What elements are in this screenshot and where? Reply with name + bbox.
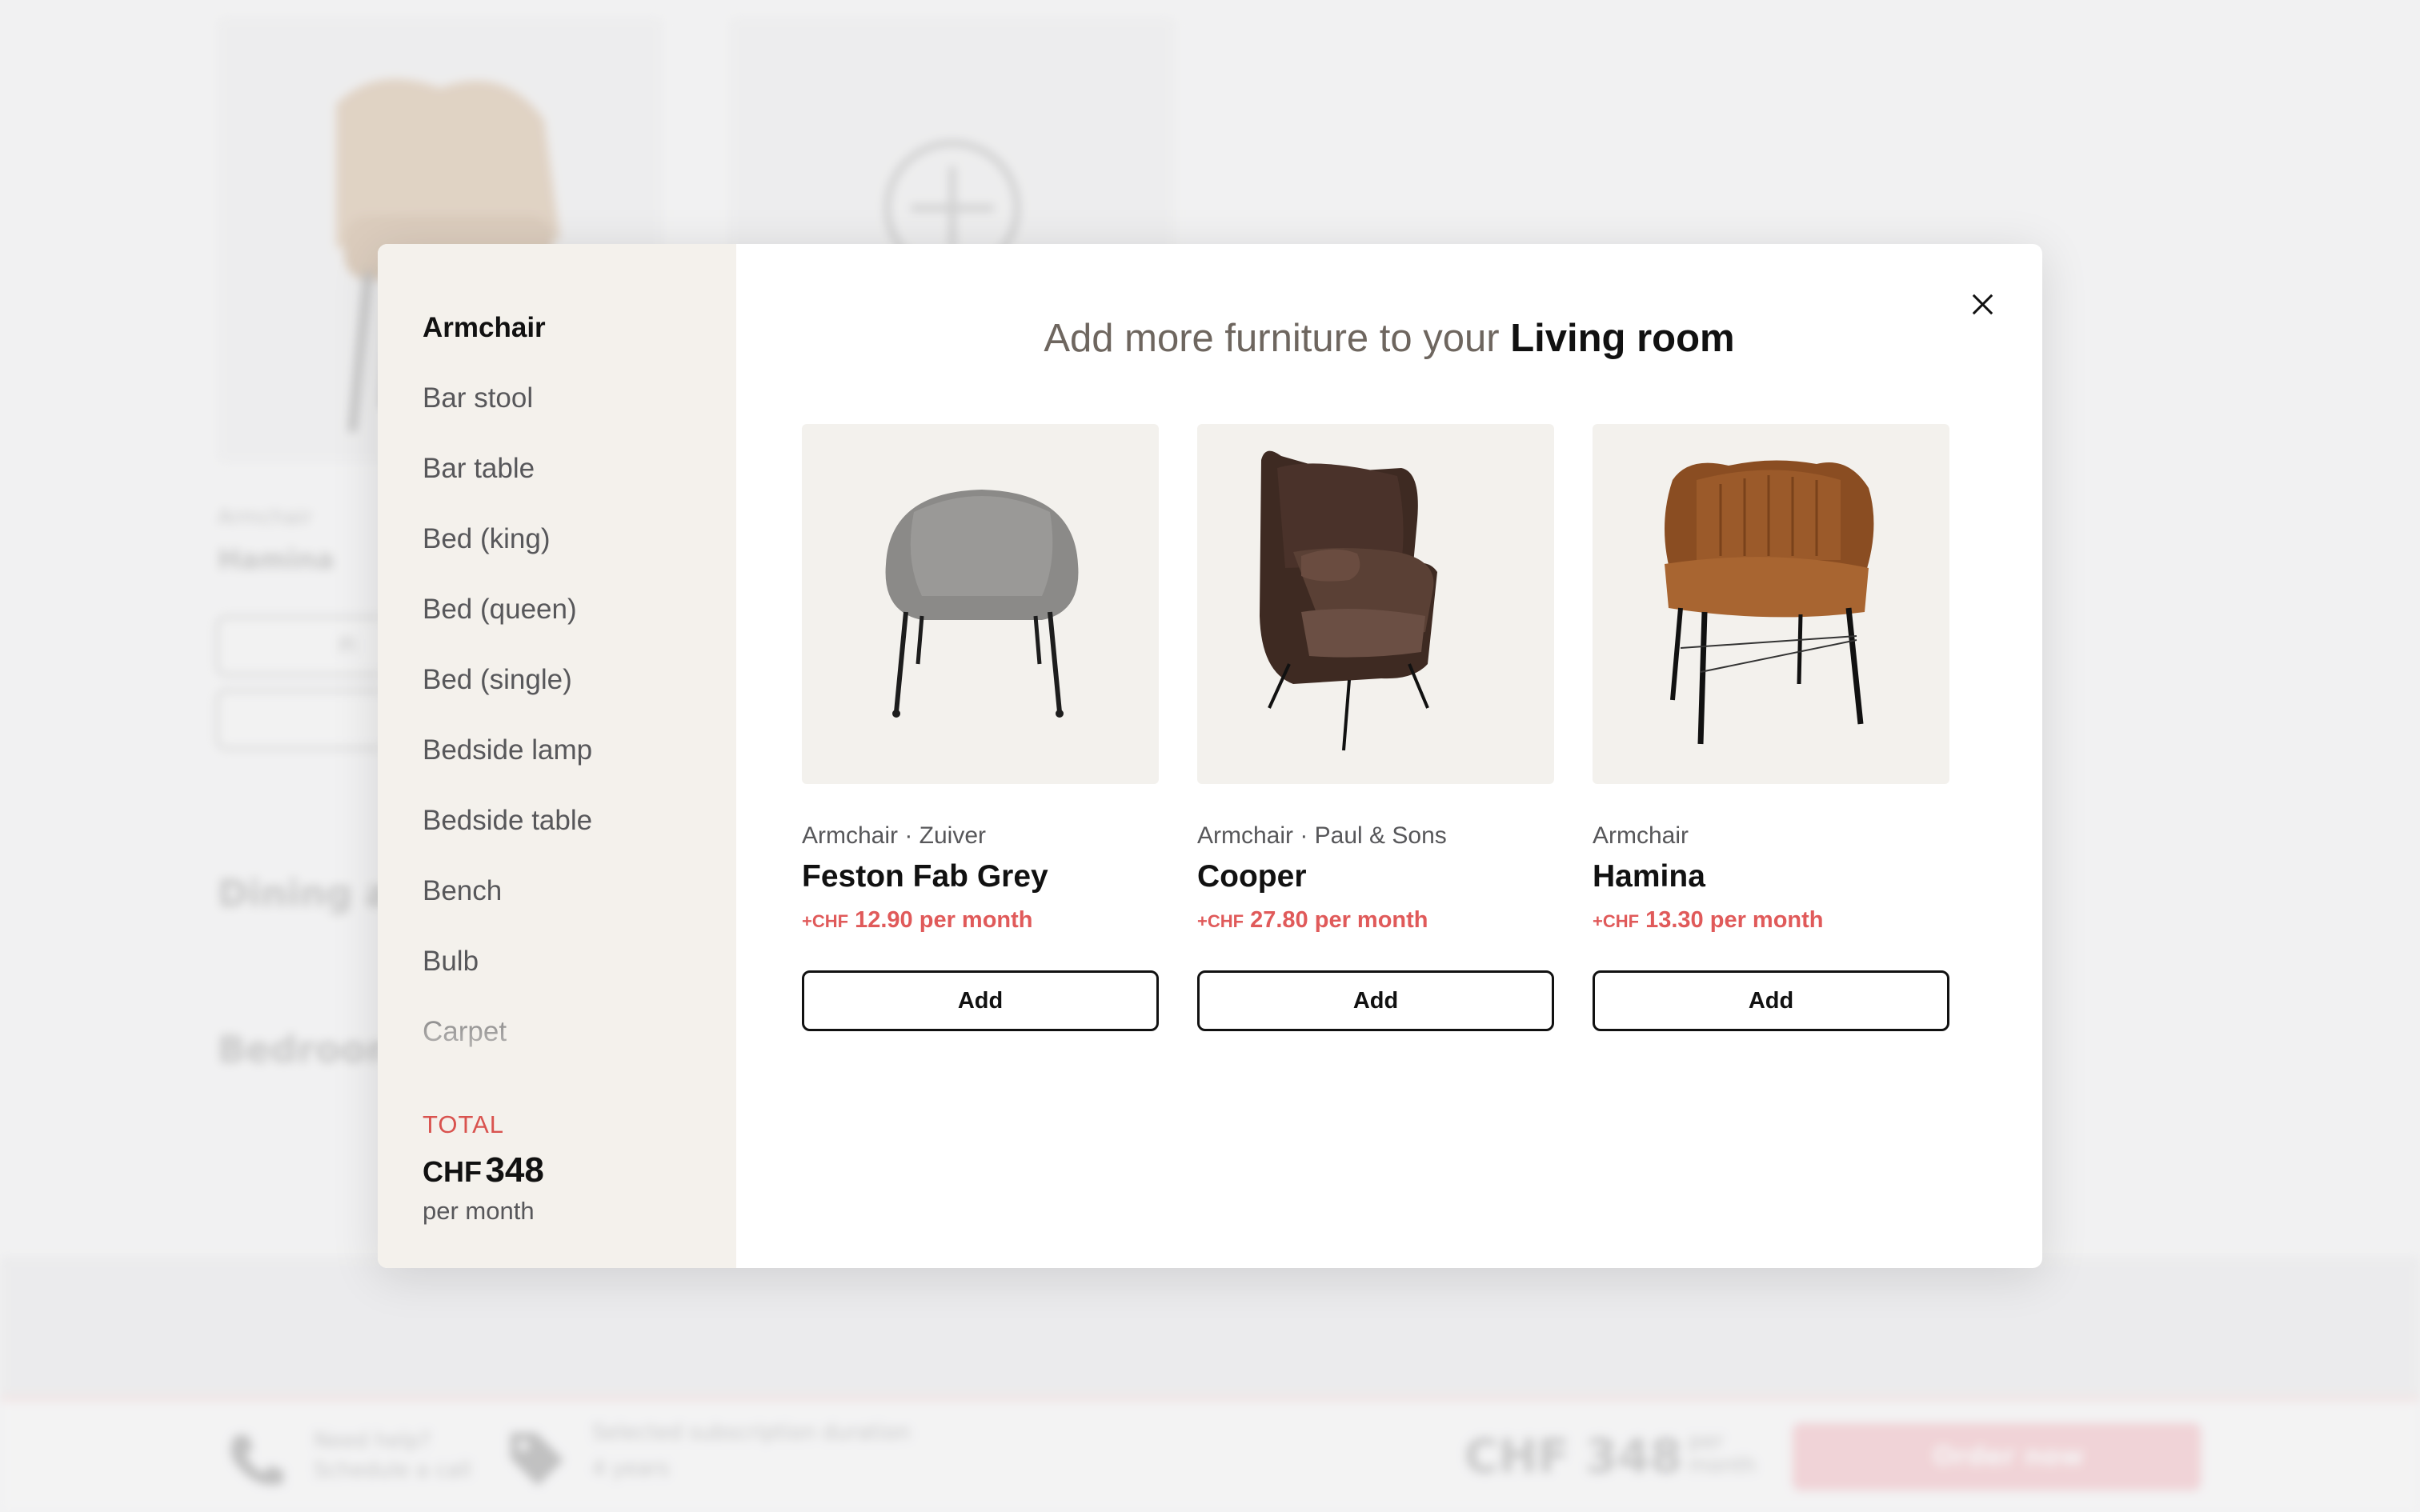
product-price: +CHF 13.30 per month	[1593, 907, 1949, 934]
category-item[interactable]: Bed (single)	[423, 652, 711, 722]
category-item[interactable]: Armchair	[423, 300, 711, 370]
product-card: Armchair · Paul & Sons Cooper +CHF 27.80…	[1197, 424, 1554, 1031]
category-item[interactable]: Bed (queen)	[423, 582, 711, 652]
product-name: Cooper	[1197, 859, 1307, 894]
product-name: Hamina	[1593, 859, 1705, 894]
total-summary: TOTAL CHF 348 per month	[423, 1110, 544, 1226]
add-button[interactable]: Add	[1593, 970, 1949, 1031]
category-sidebar: Armchair Bar stool Bar table Bed (king) Bed …	[378, 244, 736, 1268]
category-item[interactable]: Bench	[423, 863, 711, 934]
add-button[interactable]: Add	[802, 970, 1159, 1031]
product-price: +CHF 12.90 per month	[802, 907, 1159, 934]
total-label: TOTAL	[423, 1110, 505, 1138]
price-value: 27.80 per month	[1244, 907, 1428, 933]
product-name: Feston Fab Grey	[802, 859, 1048, 894]
leather-armchair-image	[1665, 460, 1874, 745]
category-item[interactable]: Bedside table	[423, 793, 711, 863]
product-meta: Armchair · Zuiver	[802, 822, 987, 849]
add-furniture-modal: Armchair Bar stool Bar table Bed (king) Bed …	[378, 244, 2042, 1268]
product-image[interactable]	[802, 424, 1159, 784]
total-period: per month	[423, 1197, 535, 1225]
price-currency: +CHF	[1197, 911, 1244, 931]
modal-title-room: Living room	[1510, 317, 1735, 360]
total-currency: CHF	[423, 1155, 482, 1188]
category-item[interactable]: Bedside lamp	[423, 722, 711, 793]
add-button[interactable]: Add	[1197, 970, 1554, 1031]
price-value: 12.90 per month	[848, 907, 1033, 933]
price-currency: +CHF	[802, 911, 849, 931]
category-item[interactable]: Bed (king)	[423, 511, 711, 582]
total-value: 348	[485, 1150, 544, 1190]
category-list-fade	[378, 980, 736, 1092]
product-card: Armchair Hamina +CHF 13.30 per month Add	[1593, 424, 1949, 1031]
product-image[interactable]	[1197, 424, 1554, 784]
modal-main: Add more furniture to your Living room A…	[736, 244, 2042, 1268]
price-value: 13.30 per month	[1639, 907, 1824, 933]
brown-wingback-armchair-image	[1260, 450, 1437, 751]
product-image[interactable]	[1593, 424, 1949, 784]
total-amount: CHF 348	[423, 1150, 544, 1190]
grey-armchair-image	[885, 490, 1079, 718]
product-grid: Armchair · Zuiver Feston Fab Grey +CHF 1…	[802, 424, 1949, 1031]
product-meta: Armchair	[1593, 822, 1689, 849]
modal-title-prefix: Add more furniture to your	[1044, 317, 1511, 360]
product-card: Armchair · Zuiver Feston Fab Grey +CHF 1…	[802, 424, 1159, 1031]
price-currency: +CHF	[1593, 911, 1640, 931]
category-list[interactable]: Armchair Bar stool Bar table Bed (king) Bed …	[423, 300, 711, 1092]
product-price: +CHF 27.80 per month	[1197, 907, 1554, 934]
modal-title: Add more furniture to your Living room	[736, 316, 2042, 361]
category-item[interactable]: Bar stool	[423, 370, 711, 441]
product-meta: Armchair · Paul & Sons	[1197, 822, 1447, 849]
category-item[interactable]: Bar table	[423, 441, 711, 511]
